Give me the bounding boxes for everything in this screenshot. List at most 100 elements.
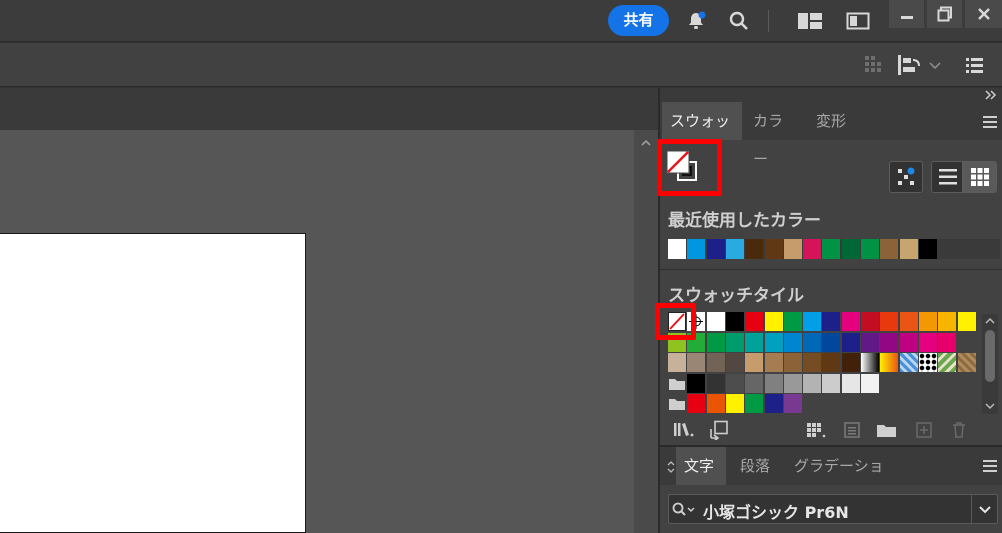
recent-color-swatch[interactable] [783, 239, 802, 259]
color-swatch[interactable] [880, 332, 899, 352]
color-swatch[interactable] [783, 312, 802, 331]
recent-color-swatch[interactable] [687, 239, 706, 259]
color-swatch[interactable] [918, 332, 937, 352]
recent-color-swatch[interactable] [918, 239, 937, 259]
color-swatch[interactable] [803, 312, 822, 331]
scroll-down-icon[interactable] [984, 402, 996, 410]
pattern-swatch[interactable] [899, 353, 918, 372]
color-swatch[interactable] [841, 373, 860, 393]
color-swatch[interactable] [668, 353, 686, 372]
color-swatch[interactable] [725, 353, 744, 372]
color-group-folder-icon[interactable] [668, 394, 686, 413]
color-swatch[interactable] [706, 373, 725, 393]
color-swatch[interactable] [783, 353, 802, 372]
new-folder-icon[interactable] [876, 420, 898, 440]
expand-collapse-icon[interactable] [666, 460, 676, 474]
chevron-down-icon[interactable] [928, 57, 942, 71]
recent-color-swatch[interactable] [899, 239, 918, 259]
delete-icon[interactable] [948, 420, 970, 440]
color-swatch[interactable] [938, 312, 957, 331]
list-icon[interactable] [965, 56, 985, 74]
import-icon[interactable] [708, 420, 730, 440]
gradient-swatch[interactable] [880, 353, 899, 372]
color-swatch[interactable] [706, 394, 725, 413]
color-swatch[interactable] [861, 312, 879, 331]
color-swatch[interactable] [899, 312, 918, 331]
color-group-folder-icon[interactable] [668, 374, 686, 393]
color-swatch[interactable] [745, 332, 764, 352]
color-swatch[interactable] [725, 394, 744, 413]
search-icon[interactable] [725, 5, 753, 36]
recent-color-swatch[interactable] [803, 239, 822, 259]
recent-color-swatch[interactable] [745, 239, 764, 259]
color-swatch[interactable] [803, 353, 822, 372]
color-swatch[interactable] [687, 353, 706, 372]
recent-color-swatch[interactable] [706, 239, 725, 259]
collapse-panel-icon[interactable] [984, 90, 998, 100]
pattern-swatch[interactable] [957, 353, 976, 372]
tab-gradient[interactable]: グラデーション [786, 447, 896, 513]
color-swatch[interactable] [706, 332, 725, 352]
color-swatch[interactable] [764, 394, 783, 413]
color-swatch[interactable] [957, 312, 976, 331]
recent-color-swatch[interactable] [822, 239, 841, 259]
color-swatch[interactable] [745, 394, 764, 413]
swatch-options-icon[interactable] [841, 420, 863, 440]
color-swatch[interactable] [899, 332, 918, 352]
color-swatch[interactable] [725, 373, 744, 393]
restore-icon[interactable] [927, 0, 962, 28]
color-swatch[interactable] [764, 353, 783, 372]
recent-color-swatch[interactable] [725, 239, 744, 259]
color-swatch[interactable] [841, 312, 860, 331]
color-swatch[interactable] [706, 353, 725, 372]
grid-dots-icon[interactable] [864, 55, 882, 73]
color-swatch[interactable] [861, 373, 879, 393]
color-swatch[interactable] [745, 353, 764, 372]
panel-menu-icon[interactable] [982, 459, 998, 473]
color-swatch[interactable] [861, 332, 879, 352]
recent-color-swatch[interactable] [841, 239, 860, 259]
minimize-icon[interactable] [889, 0, 924, 28]
font-dropdown-button[interactable] [971, 495, 997, 523]
scroll-up-icon[interactable] [984, 317, 996, 325]
tab-color[interactable]: カラー [745, 102, 805, 168]
color-swatch[interactable] [938, 332, 957, 352]
color-swatch[interactable] [687, 394, 706, 413]
recent-color-swatch[interactable] [668, 239, 686, 259]
color-swatch[interactable] [764, 332, 783, 352]
color-swatch[interactable] [822, 332, 841, 352]
scroll-thumb[interactable] [985, 330, 995, 382]
panel-menu-icon[interactable] [982, 115, 998, 129]
artboard[interactable] [0, 233, 306, 533]
tab-paragraph[interactable]: 段落 [732, 447, 782, 485]
share-button[interactable]: 共有 [608, 5, 669, 36]
gradient-swatch[interactable] [861, 353, 879, 372]
pattern-swatch[interactable] [918, 353, 937, 372]
color-swatch[interactable] [745, 312, 764, 331]
color-swatch[interactable] [745, 373, 764, 393]
bell-icon[interactable] [682, 5, 710, 36]
recent-color-swatch[interactable] [764, 239, 783, 259]
color-swatch[interactable] [725, 312, 744, 331]
tab-swatches[interactable]: スウォッチ [662, 102, 742, 168]
color-swatch[interactable] [822, 312, 841, 331]
color-swatch[interactable] [725, 332, 744, 352]
swatch-scrollbar[interactable] [982, 314, 998, 414]
new-swatch-icon[interactable] [913, 420, 935, 440]
grid-view-button[interactable] [963, 161, 997, 193]
recent-color-swatch[interactable] [861, 239, 879, 259]
color-swatch[interactable] [822, 373, 841, 393]
color-swatch[interactable] [803, 373, 822, 393]
panel-icon[interactable] [844, 5, 872, 36]
color-swatch[interactable] [764, 373, 783, 393]
library-icon[interactable] [673, 420, 695, 440]
color-swatch[interactable] [764, 312, 783, 331]
close-icon[interactable] [965, 0, 1002, 28]
workspace-icon[interactable] [796, 5, 824, 36]
color-swatch[interactable] [706, 312, 725, 331]
recent-color-swatch[interactable] [880, 239, 899, 259]
align-icon[interactable] [897, 54, 921, 76]
color-swatch[interactable] [822, 353, 841, 372]
color-swatch[interactable] [918, 312, 937, 331]
color-swatch[interactable] [783, 332, 802, 352]
